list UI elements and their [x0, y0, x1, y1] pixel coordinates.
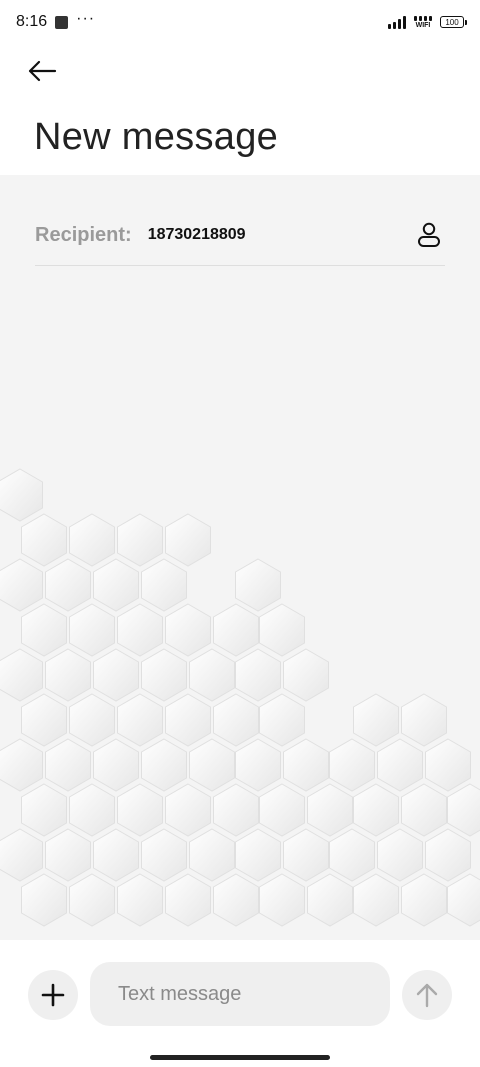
hexagon-background-pattern	[0, 468, 480, 927]
page-title: New message	[34, 116, 279, 158]
status-time: 8:16	[16, 13, 48, 30]
status-right: WIFI 100	[388, 15, 467, 29]
wifi-icon: WIFI	[414, 15, 432, 29]
back-button[interactable]	[22, 56, 62, 86]
recipient-number[interactable]: 18730218809	[148, 226, 246, 244]
person-icon	[418, 222, 440, 247]
plus-icon	[41, 983, 65, 1007]
wifi-label: WIFI	[415, 21, 431, 29]
recipient-label: Recipient:	[35, 223, 132, 246]
send-button[interactable]	[402, 970, 452, 1020]
status-left: 8:16 ···	[16, 10, 96, 31]
battery-icon: 100	[440, 16, 467, 28]
contacts-button[interactable]	[413, 219, 445, 251]
more-notifications-icon: ···	[76, 10, 96, 27]
home-indicator[interactable]	[150, 1055, 330, 1060]
notification-square-icon	[55, 15, 69, 29]
signal-icon	[388, 15, 406, 29]
recipient-row[interactable]: Recipient: 18730218809	[35, 205, 445, 266]
message-input[interactable]	[90, 962, 390, 1026]
composer-bar	[0, 940, 480, 1067]
send-arrow-icon	[416, 983, 438, 1008]
header: New message	[0, 44, 480, 175]
message-content-area: Recipient: 18730218809	[0, 175, 480, 940]
attach-button[interactable]	[28, 970, 78, 1020]
battery-level: 100	[445, 17, 459, 27]
back-arrow-icon	[28, 60, 57, 82]
status-bar: 8:16 ··· WIFI 100	[0, 0, 480, 44]
